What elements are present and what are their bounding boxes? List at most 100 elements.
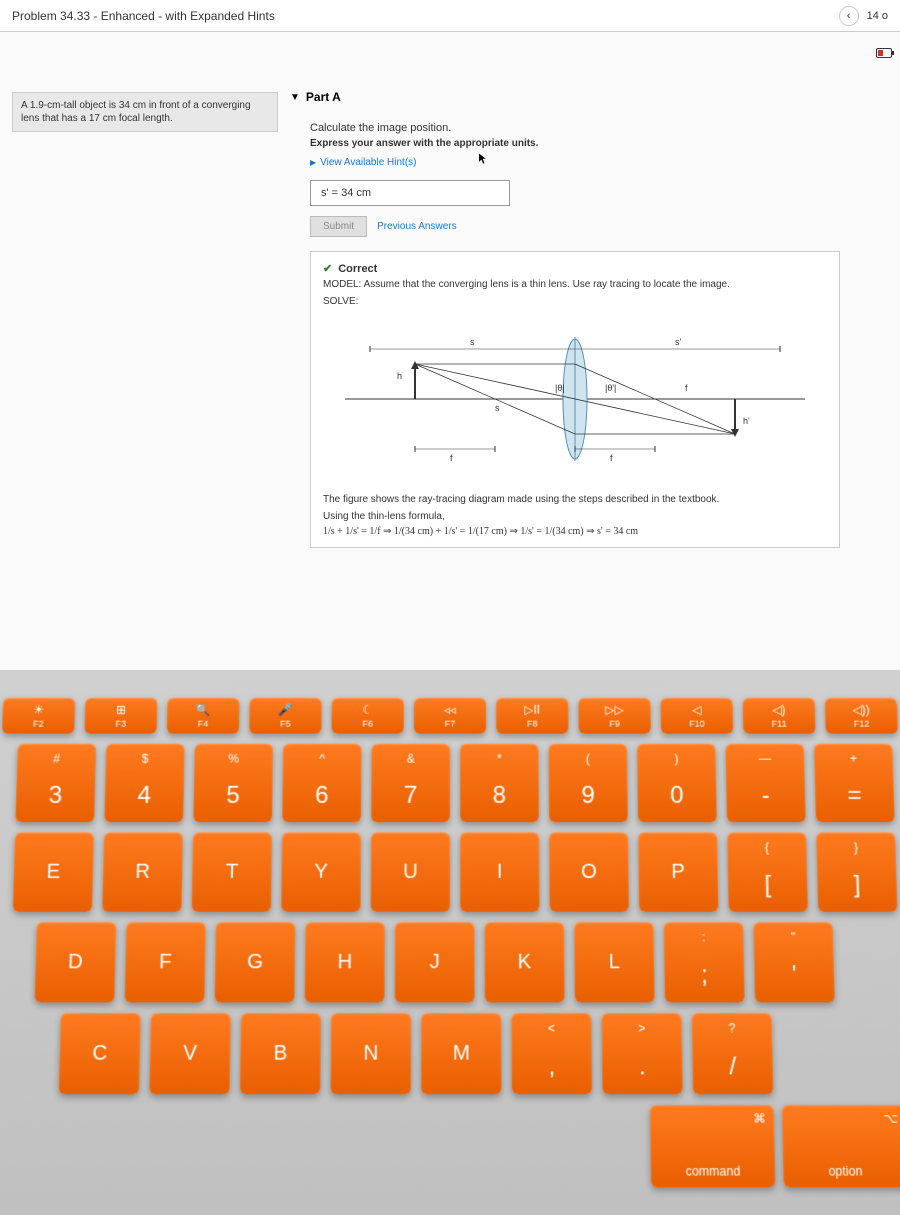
svg-text:s: s [470,337,475,347]
zxcv-row: CVBNM<,>.?/ [0,1013,900,1094]
formula-intro: Using the thin-lens formula, [323,511,827,522]
prev-nav-button[interactable]: ‹ [839,6,859,26]
svg-text:h: h [397,371,402,381]
key-B[interactable]: B [240,1013,321,1094]
fn-key-F12[interactable]: ◁))F12 [825,698,898,734]
submit-button[interactable]: Submit [310,216,367,237]
fn-key-F2[interactable]: ☀F2 [2,698,75,734]
hint-caret-icon: ▶ [310,158,316,167]
num-row: #3$4%5^6&7*8(9)0—-+= [0,744,900,822]
header-nav: ‹ 14 o [839,6,888,26]
key-E[interactable]: E [13,832,94,911]
key-7[interactable]: &7 [371,744,450,822]
check-icon: ✔ [323,262,332,275]
part-label: Part A [306,90,341,104]
key-K[interactable]: K [485,922,565,1002]
key-M[interactable]: M [421,1013,501,1094]
key-punct[interactable]: <, [511,1013,592,1094]
qwerty-row: ERTYUIOP{[}] [0,832,900,911]
key-L[interactable]: L [574,922,655,1002]
key-punct[interactable]: "' [753,922,835,1002]
previous-answers-link[interactable]: Previous Answers [377,221,456,232]
key-punct[interactable]: ?/ [692,1013,774,1094]
key-P[interactable]: P [638,832,718,911]
formula: 1/s + 1/s' = 1/f ⇒ 1/(34 cm) + 1/s' = 1/… [323,526,827,537]
status-label: Correct [338,263,377,275]
key-T[interactable]: T [192,832,272,911]
key-bracket[interactable]: {[ [727,832,808,911]
collapse-icon: ▼ [290,92,300,103]
answer-format: Express your answer with the appropriate… [310,138,880,149]
svg-text:s': s' [675,337,682,347]
ray-diagram: h h' s s' [323,319,827,479]
problem-statement: A 1.9-cm-tall object is 34 cm in front o… [12,92,278,132]
fn-row: ☀F2⊞F3 🔍F4🎤F5☾F6 ◃◃F7 ▷IIF8 ▷▷F9◁F10 ◁)F11◁))… [0,698,900,734]
key-punct[interactable]: >. [602,1013,683,1094]
key-Y[interactable]: Y [281,832,361,911]
key-5[interactable]: %5 [193,744,273,822]
modifier-row: ⌘ command ⌥ option [0,1105,900,1187]
part-header[interactable]: ▼ Part A [290,82,880,112]
svg-text:f: f [450,453,453,463]
page-indicator: 14 o [867,10,888,22]
answer-input[interactable]: s' = 34 cm [310,180,510,206]
svg-text:s: s [495,403,500,413]
key--[interactable]: —- [725,744,805,822]
fn-key-F8[interactable]: ▷IIF8 [496,698,568,734]
problem-title: Problem 34.33 - Enhanced - with Expanded… [12,9,275,23]
key-4[interactable]: $4 [104,744,184,822]
key-H[interactable]: H [305,922,385,1002]
key-G[interactable]: G [215,922,296,1002]
key-6[interactable]: ^6 [282,744,361,822]
svg-text:f: f [685,383,688,393]
svg-text:f: f [610,453,613,463]
instruction-text: Calculate the image position. [310,122,880,134]
key-C[interactable]: C [59,1013,141,1094]
key-9[interactable]: (9 [549,744,628,822]
page-header: Problem 34.33 - Enhanced - with Expanded… [0,0,900,32]
button-row: Submit Previous Answers [310,216,880,237]
key-0[interactable]: )0 [637,744,717,822]
fn-key-F5[interactable]: 🎤F5 [249,698,322,734]
asdf-row: DFGHJKL:;"' [0,922,900,1002]
solve-label: SOLVE: [323,296,827,307]
command-key[interactable]: ⌘ command [650,1105,775,1187]
fn-key-F4[interactable]: 🔍F4 [167,698,240,734]
svg-text:|θ'|: |θ'| [605,383,616,393]
key-punct[interactable]: :; [664,922,745,1002]
fn-key-F11[interactable]: ◁)F11 [743,698,816,734]
key-bracket[interactable]: }] [816,832,897,911]
key-F[interactable]: F [125,922,206,1002]
svg-text:h': h' [743,416,750,426]
svg-text:|θ|: |θ| [555,383,565,393]
correct-status: ✔ Correct [323,262,827,275]
model-text: MODEL: Assume that the converging lens i… [323,279,827,290]
answer-panel: ▼ Part A Calculate the image position. E… [290,32,900,670]
content-area: A 1.9-cm-tall object is 34 cm in front o… [0,32,900,670]
key-D[interactable]: D [35,922,117,1002]
fn-key-F9[interactable]: ▷▷F9 [578,698,651,734]
key-I[interactable]: I [460,832,539,911]
hint-toggle[interactable]: ▶ View Available Hint(s) [310,157,880,168]
problem-panel: A 1.9-cm-tall object is 34 cm in front o… [0,32,290,670]
part-content: Calculate the image position. Express yo… [290,112,880,548]
key-J[interactable]: J [395,922,475,1002]
fn-key-F7[interactable]: ◃◃F7 [414,698,486,734]
battery-icon [876,48,892,58]
key-3[interactable]: #3 [15,744,96,822]
fn-key-F6[interactable]: ☾F6 [331,698,403,734]
key-R[interactable]: R [102,832,183,911]
key-8[interactable]: *8 [460,744,539,822]
key-N[interactable]: N [331,1013,412,1094]
cursor-icon [478,152,488,166]
feedback-box: ✔ Correct MODEL: Assume that the converg… [310,251,840,548]
key-O[interactable]: O [549,832,629,911]
key-=[interactable]: += [814,744,895,822]
keyboard: ☀F2⊞F3 🔍F4🎤F5☾F6 ◃◃F7 ▷IIF8 ▷▷F9◁F10 ◁)F11◁))… [0,670,900,1215]
fn-key-F3[interactable]: ⊞F3 [84,698,157,734]
key-U[interactable]: U [371,832,450,911]
fn-key-F10[interactable]: ◁F10 [660,698,733,734]
option-key[interactable]: ⌥ option [782,1105,900,1187]
figure-caption: The figure shows the ray-tracing diagram… [323,494,827,505]
key-V[interactable]: V [149,1013,231,1094]
